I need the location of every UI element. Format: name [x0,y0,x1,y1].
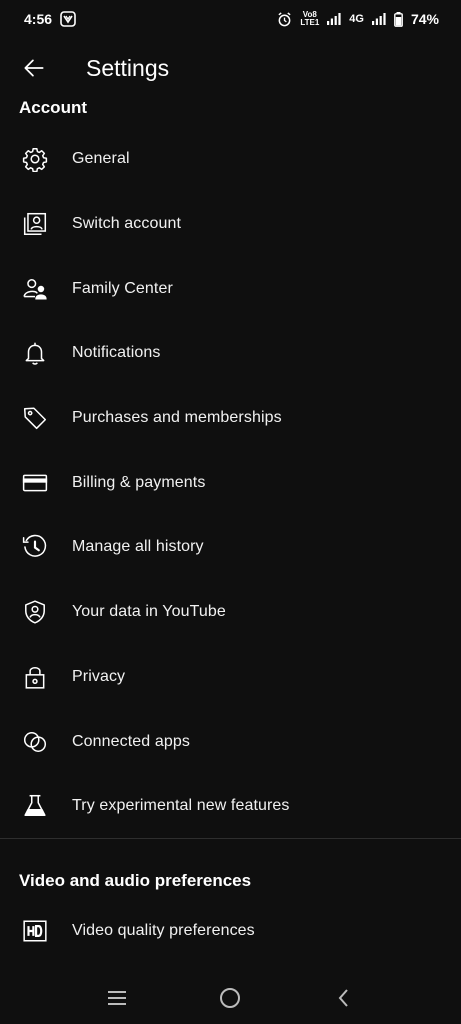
signal-icon-2 [371,13,386,25]
status-time: 4:56 [24,11,53,27]
menu-label: Try experimental new features [72,797,290,815]
credit-card-icon [0,470,72,496]
menu-label: General [72,150,130,168]
app-notification-icon [60,11,76,27]
tag-icon [0,405,72,431]
switch-account-icon [0,211,72,237]
hd-icon [0,918,72,944]
menu-label: Switch account [72,215,182,233]
menu-label: Notifications [72,344,161,362]
menu-label: Billing & payments [72,473,206,491]
section-header-video-audio: Video and audio preferences [19,871,252,890]
flask-icon [0,793,72,819]
menu-label: Family Center [72,279,173,297]
video-audio-menu-list: Video quality preferences [0,899,461,964]
menu-item-your-data[interactable]: Your data in YouTube [0,580,461,645]
menu-item-purchases[interactable]: Purchases and memberships [0,386,461,451]
account-menu-list: General Switch account Family Center Not… [0,127,461,839]
menu-item-general[interactable]: General [0,127,461,192]
menu-item-history[interactable]: Manage all history [0,515,461,580]
home-button[interactable] [206,978,254,1018]
system-back-button[interactable] [320,978,368,1018]
battery-percent: 74% [410,11,439,27]
shield-person-icon [0,599,72,625]
recents-button[interactable] [93,978,141,1018]
status-bar: 4:56 Vo8 LTE1 4G 74% [0,0,461,38]
alarm-icon [277,11,292,27]
settings-screen: 4:56 Vo8 LTE1 4G 74% Settings Account Ge… [0,0,461,1024]
connected-apps-icon [0,729,72,755]
home-circle-icon [220,988,241,1008]
page-title: Settings [86,54,170,81]
network-type: 4G [349,13,364,25]
family-icon [0,276,72,302]
bell-icon [0,340,72,366]
menu-label: Your data in YouTube [72,603,226,621]
section-header-account: Account [19,98,87,117]
arrow-left-icon [24,59,44,77]
gear-icon [0,146,72,173]
menu-item-video-quality[interactable]: Video quality preferences [0,899,461,964]
menu-label: Purchases and memberships [72,409,282,427]
lock-icon [0,664,72,690]
menu-item-switch-account[interactable]: Switch account [0,192,461,257]
chevron-left-icon [338,989,348,1007]
menu-label: Privacy [72,667,126,685]
system-nav-bar [0,972,461,1024]
menu-label: Connected apps [72,732,190,750]
menu-lines-icon [107,991,126,1005]
battery-icon [394,11,403,27]
menu-label: Video quality preferences [72,922,255,940]
menu-item-notifications[interactable]: Notifications [0,321,461,386]
back-button[interactable] [10,44,58,92]
signal-icon [327,13,341,25]
app-bar: Settings [0,44,461,92]
history-icon [0,534,72,560]
menu-item-privacy[interactable]: Privacy [0,645,461,710]
volte-bottom: LTE1 [300,18,320,27]
menu-item-billing[interactable]: Billing & payments [0,450,461,515]
section-divider [0,838,461,839]
menu-item-experimental[interactable]: Try experimental new features [0,774,461,839]
volte-indicator: Vo8 LTE1 [300,11,319,27]
menu-label: Manage all history [72,538,204,556]
menu-item-family-center[interactable]: Family Center [0,256,461,321]
menu-item-connected-apps[interactable]: Connected apps [0,709,461,774]
